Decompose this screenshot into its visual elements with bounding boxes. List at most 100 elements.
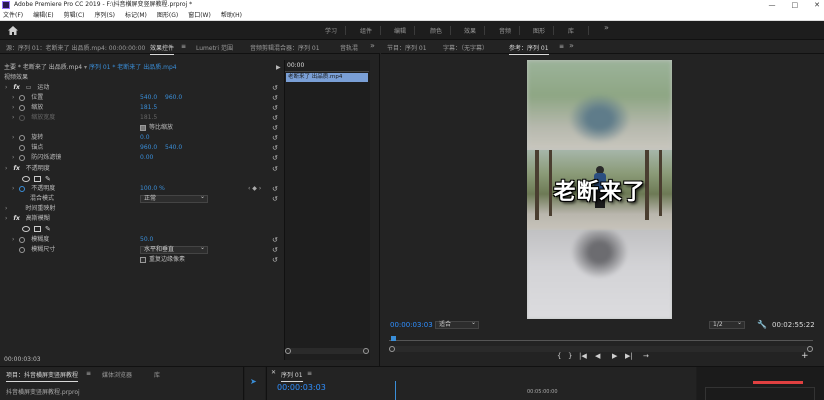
menu-graphics[interactable]: 图形(G) (157, 10, 178, 20)
tab-captions[interactable]: 字幕：（无字幕） (443, 43, 488, 52)
tab-media-browser[interactable]: 媒体浏览器 (102, 370, 132, 379)
workspace-tab-effects[interactable]: 效果 (464, 26, 476, 35)
close-sequence-icon[interactable]: ✕ (271, 369, 276, 376)
blurriness-value[interactable]: 50.0 (140, 235, 153, 245)
tab-source[interactable]: 源：序列 01：老断来了 出品质.mp4: 00:00:00:00 (6, 43, 145, 52)
reset-opacity-icon[interactable]: ↺ (272, 185, 280, 193)
effect-controls-timecode[interactable]: 00:00:03:03 (4, 356, 41, 363)
workspace-tab-assembly[interactable]: 组件 (360, 26, 372, 35)
position-stopwatch-icon[interactable] (19, 94, 26, 101)
scale-stopwatch-icon[interactable] (19, 104, 26, 111)
anchor-y-value[interactable]: 540.0 (165, 143, 182, 153)
mark-in-button[interactable]: { (557, 352, 561, 360)
anchor-stopwatch-icon[interactable] (19, 144, 26, 151)
effect-gaussian-blur-row[interactable]: › fx 高斯模糊 (0, 214, 284, 224)
home-icon[interactable] (8, 26, 18, 35)
fit-select[interactable]: 适合 (435, 320, 479, 329)
menu-file[interactable]: 文件(F) (3, 10, 23, 20)
blur-dimensions-stopwatch-icon[interactable] (19, 246, 26, 253)
tabs-overflow-button[interactable]: » (569, 41, 574, 50)
ellipse-mask-icon[interactable] (22, 176, 30, 182)
tabs-overflow-button[interactable]: » (370, 41, 375, 50)
fx-badge-icon[interactable]: fx (13, 215, 19, 222)
panel-menu-icon[interactable]: ≡ (307, 370, 312, 377)
reset-rotation-icon[interactable]: ↺ (272, 134, 280, 142)
panel-menu-icon[interactable]: ≡ (86, 370, 91, 377)
sequence-clip-link[interactable]: 序列 01 * 老断来了 出品质.mp4 (89, 64, 177, 71)
uniform-scale-checkbox[interactable] (140, 125, 146, 131)
mark-out-button[interactable]: } (568, 352, 572, 360)
program-scrub-bar[interactable] (389, 336, 813, 344)
reset-uniform-scale-icon[interactable]: ↺ (272, 124, 280, 132)
rotation-value[interactable]: 0.0 (140, 133, 150, 143)
program-zoom-scrollbar[interactable] (389, 346, 813, 352)
ellipse-mask-icon[interactable] (22, 226, 30, 232)
workspace-tab-learn[interactable]: 学习 (325, 26, 337, 35)
tab-libraries[interactable]: 库 (154, 370, 160, 379)
panel-menu-icon[interactable]: ≡ (181, 43, 186, 50)
tab-lumetri-scopes[interactable]: Lumetri 范围 (196, 43, 233, 52)
reset-blur-dimensions-icon[interactable]: ↺ (272, 246, 280, 254)
fx-badge-icon[interactable]: fx (13, 165, 19, 172)
workspace-tab-graphics[interactable]: 图形 (533, 26, 545, 35)
blend-mode-select[interactable]: 正常 (140, 194, 208, 203)
tab-project[interactable]: 项目：抖音横屏变竖屏教程 (6, 370, 79, 382)
mini-timeline-clip[interactable]: 老断来了 出品质.mp4 (286, 73, 368, 82)
tab-audio-clip-mixer[interactable]: 音频剪辑混合器：序列 01 (250, 43, 320, 52)
workspace-tab-color[interactable]: 颜色 (430, 26, 442, 35)
reset-position-icon[interactable]: ↺ (272, 94, 280, 102)
fx-badge-icon[interactable]: fx (13, 84, 19, 91)
pen-mask-icon[interactable]: ✎ (45, 224, 51, 234)
reset-motion-icon[interactable]: ↺ (272, 84, 280, 92)
reset-scale-width-icon[interactable]: ↺ (272, 114, 280, 122)
repeat-edge-checkbox[interactable] (140, 257, 146, 263)
panel-menu-icon[interactable]: ≡ (559, 43, 564, 50)
program-video-frame[interactable]: 老断来了 (527, 60, 672, 319)
go-to-in-button[interactable]: |◀ (579, 352, 587, 360)
pen-mask-icon[interactable]: ✎ (45, 174, 51, 184)
anchor-x-value[interactable]: 960.0 (140, 143, 157, 153)
selection-tool-icon[interactable]: ➤ (250, 377, 257, 386)
rotation-stopwatch-icon[interactable] (19, 134, 26, 141)
blurriness-stopwatch-icon[interactable] (19, 236, 26, 243)
menu-sequence[interactable]: 序列(S) (95, 10, 116, 20)
sequence-timecode[interactable]: 00:00:03:03 (277, 383, 326, 392)
workspace-tab-editing[interactable]: 编辑 (394, 26, 406, 35)
workspace-more-button[interactable]: » (604, 23, 609, 32)
keyframe-nav-icon[interactable]: ‹ ◆ › (248, 184, 261, 194)
opacity-value[interactable]: 100.0 % (140, 184, 165, 194)
play-button[interactable]: ▶ (612, 352, 617, 360)
antiflicker-value[interactable]: 0.00 (140, 153, 153, 163)
reset-blurriness-icon[interactable]: ↺ (272, 236, 280, 244)
position-x-value[interactable]: 540.0 (140, 93, 157, 103)
position-y-value[interactable]: 960.0 (165, 93, 182, 103)
workspace-tab-libraries[interactable]: 库 (568, 26, 574, 35)
reset-scale-icon[interactable]: ↺ (272, 104, 280, 112)
reset-opacity-section-icon[interactable]: ↺ (272, 165, 280, 173)
reset-blend-mode-icon[interactable]: ↺ (272, 195, 280, 203)
tab-program[interactable]: 节目：序列 01 (387, 43, 427, 52)
menu-window[interactable]: 窗口(W) (188, 10, 211, 20)
rectangle-mask-icon[interactable] (34, 176, 41, 182)
timeline-playhead[interactable] (395, 381, 396, 400)
blur-dimensions-select[interactable]: 水平和垂直 (140, 245, 208, 254)
program-timecode[interactable]: 00:00:03:03 (390, 321, 433, 329)
tab-reference[interactable]: 参考：序列 01 (509, 43, 549, 55)
play-only-audio-icon[interactable]: ▶ (276, 64, 281, 71)
workspace-tab-audio[interactable]: 音频 (499, 26, 511, 35)
mini-timeline-scrollbar[interactable] (285, 348, 369, 354)
opacity-stopwatch-icon[interactable] (19, 185, 26, 192)
effect-opacity-row[interactable]: › fx 不透明度 (0, 164, 284, 174)
menu-marker[interactable]: 标记(M) (125, 10, 147, 20)
maximize-button[interactable]: □ (792, 0, 799, 10)
wrench-icon[interactable]: 🔧 (757, 320, 767, 329)
antiflicker-stopwatch-icon[interactable] (19, 154, 26, 161)
tab-effect-controls[interactable]: 效果控件 (150, 43, 175, 55)
tab-sequence-01[interactable]: 序列 01 (281, 370, 303, 382)
close-button[interactable]: ✕ (814, 0, 820, 10)
resolution-select[interactable]: 1/2 (709, 320, 745, 329)
export-frame-button[interactable]: → (643, 352, 649, 360)
reset-repeat-edge-icon[interactable]: ↺ (272, 256, 280, 264)
playhead-icon[interactable] (391, 336, 396, 341)
time-remap-row[interactable]: › 时间重映射 (0, 204, 284, 214)
